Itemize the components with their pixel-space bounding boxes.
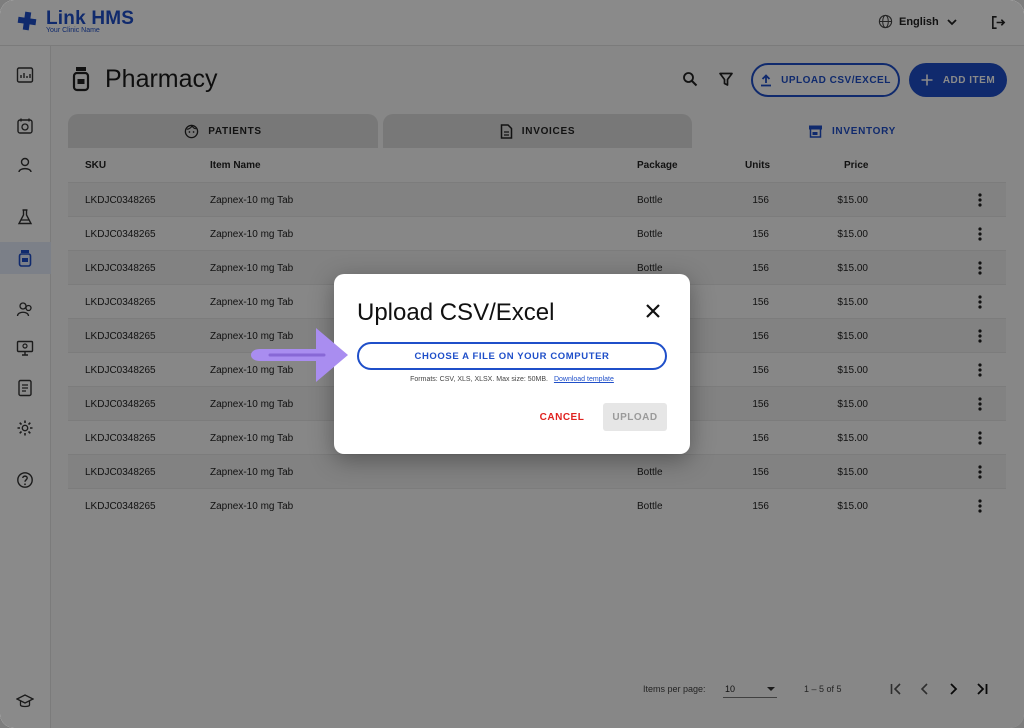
formats-text: Formats: CSV, XLS, XLSX. Max size: 50MB.: [410, 376, 548, 383]
pointer-arrow-icon: [251, 328, 348, 382]
cancel-button[interactable]: CANCEL: [534, 403, 590, 431]
upload-dialog: Upload CSV/Excel CHOOSE A FILE ON YOUR C…: [334, 274, 690, 454]
close-icon[interactable]: [644, 302, 662, 320]
choose-file-button[interactable]: CHOOSE A FILE ON YOUR COMPUTER: [357, 342, 667, 370]
formats-hint: Formats: CSV, XLS, XLSX. Max size: 50MB.…: [334, 376, 690, 383]
upload-button[interactable]: UPLOAD: [603, 403, 667, 431]
download-template-link[interactable]: Download template: [554, 376, 614, 383]
dialog-title: Upload CSV/Excel: [357, 299, 555, 326]
